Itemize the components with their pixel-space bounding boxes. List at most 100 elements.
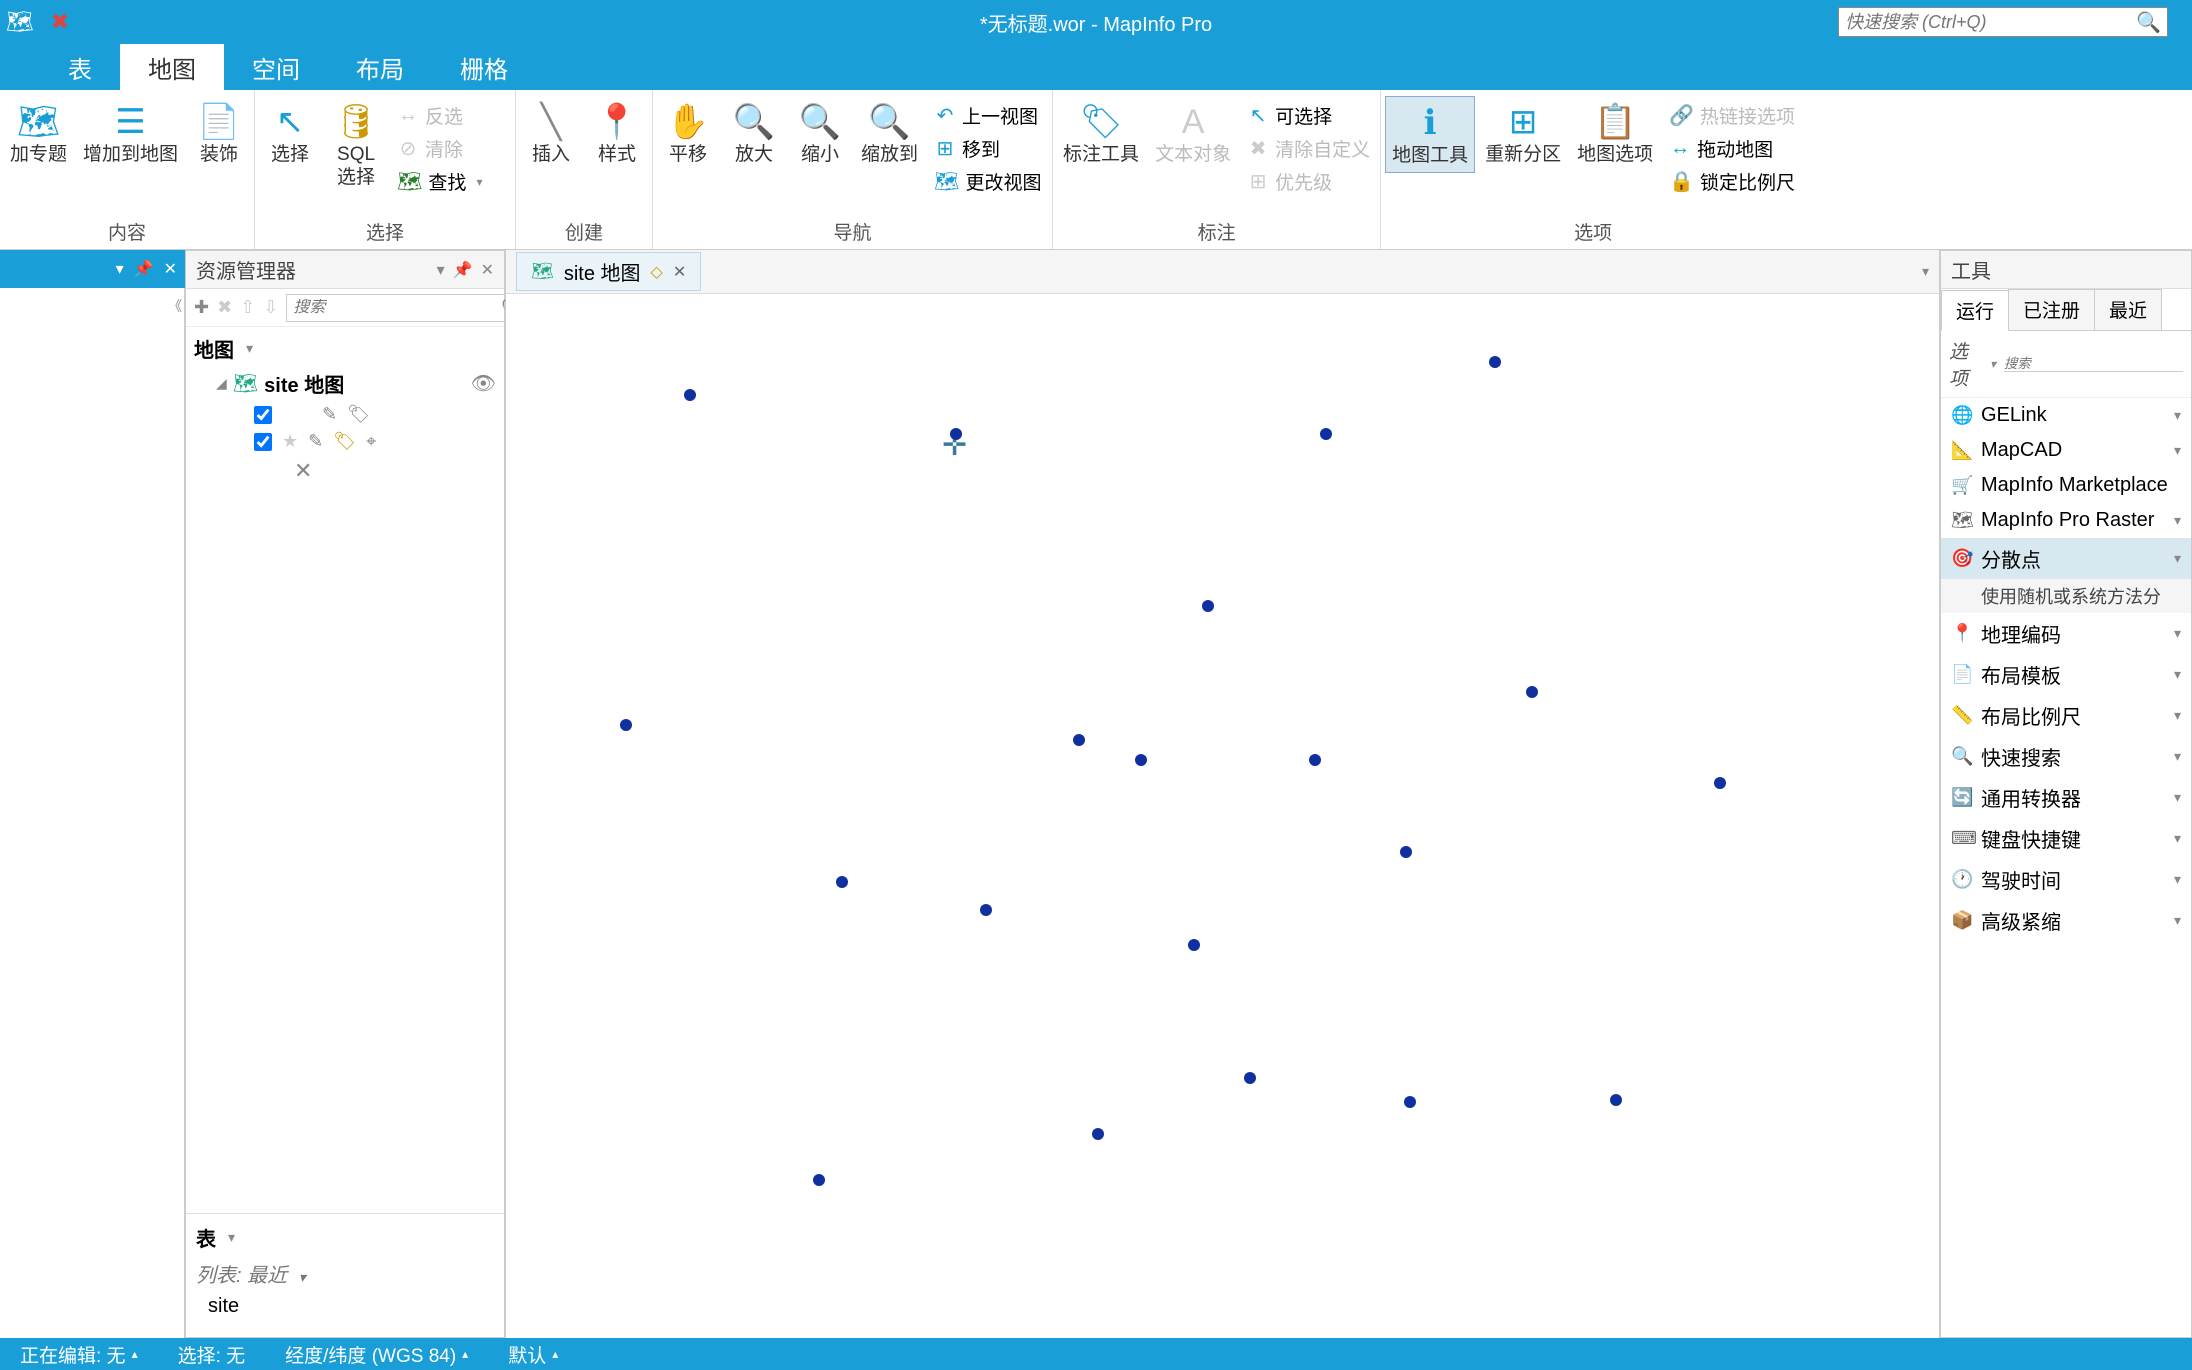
map-point[interactable] [1309, 754, 1321, 766]
btn-add-to-map[interactable]: ☰增加到地图 [77, 96, 184, 171]
status-editing[interactable]: 正在编辑: 无▴ [20, 1341, 138, 1368]
pin-icon[interactable]: 📌 [134, 259, 154, 279]
btn-select[interactable]: ↖选择 [259, 96, 321, 171]
btn-zoom-in[interactable]: 🔍放大 [723, 96, 785, 171]
btn-label-tool[interactable]: 🏷标注工具 [1057, 96, 1145, 171]
map-point[interactable] [620, 719, 632, 731]
tables-root[interactable]: 表▾ [196, 1220, 494, 1255]
tool-quick-search[interactable]: 🔍快速搜索▾ [1941, 736, 2191, 777]
tab-table[interactable]: 表 [40, 44, 120, 90]
btn-map-tools[interactable]: ℹ地图工具 [1385, 96, 1475, 173]
minimize-icon[interactable]: ▾ [116, 259, 124, 279]
map-canvas[interactable]: ✛ [506, 294, 1939, 1338]
tabs-dropdown-icon[interactable]: ▾ [1922, 263, 1929, 280]
map-point[interactable] [1188, 939, 1200, 951]
btn-zoom-out[interactable]: 🔍缩小 [789, 96, 851, 171]
map-tab-site[interactable]: 🗺 site 地图 ◇ ✕ [516, 252, 701, 291]
tree-layer-row1[interactable]: ✎🏷 [194, 401, 496, 428]
qat-icon[interactable]: ✖ [40, 0, 80, 44]
btn-insert[interactable]: ╲插入 [520, 96, 582, 171]
search-icon[interactable]: 🔍 [2136, 10, 2161, 35]
btn-decorate[interactable]: 📄装饰 [188, 96, 250, 171]
tree-layer-row2[interactable]: ★ ✎🏷⌖ [194, 428, 496, 455]
quick-search-box[interactable]: 🔍 [1838, 7, 2168, 37]
map-point[interactable] [1092, 1128, 1104, 1140]
status-selection[interactable]: 选择: 无 [178, 1341, 246, 1368]
tools-search-input[interactable] [2004, 356, 2183, 372]
btn-find[interactable]: 🗺查找▾ [391, 166, 511, 197]
map-point[interactable] [1404, 1096, 1416, 1108]
tool-geocode[interactable]: 📍地理编码▾ [1941, 613, 2191, 654]
btn-selectable[interactable]: ↖可选择 [1241, 100, 1376, 131]
map-point[interactable] [980, 904, 992, 916]
map-point[interactable] [836, 876, 848, 888]
down-icon[interactable]: ⇩ [263, 297, 278, 318]
tab-recent[interactable]: 最近 [2094, 289, 2162, 330]
map-point[interactable] [1320, 428, 1332, 440]
tool-gelink[interactable]: 🌐GELink▾ [1941, 398, 2191, 433]
btn-pan[interactable]: ✋平移 [657, 96, 719, 171]
map-point[interactable] [1202, 600, 1214, 612]
tree-map-root[interactable]: 地图▾ [194, 331, 496, 366]
tab-spatial[interactable]: 空间 [224, 44, 328, 90]
btn-redistrict[interactable]: ⊞重新分区 [1479, 96, 1567, 171]
map-point[interactable] [684, 389, 696, 401]
tool-scatter[interactable]: 🎯分散点▾ [1941, 538, 2191, 579]
btn-move-to[interactable]: ⊞移到 [928, 133, 1048, 164]
up-icon[interactable]: ⇧ [240, 297, 255, 318]
status-default[interactable]: 默认▴ [508, 1341, 558, 1368]
btn-drag-map[interactable]: ↔拖动地图 [1663, 133, 1801, 164]
tool-universal-translator[interactable]: 🔄通用转换器▾ [1941, 777, 2191, 818]
close-icon[interactable]: ✕ [481, 260, 494, 280]
map-point[interactable] [1526, 686, 1538, 698]
map-point[interactable] [950, 428, 962, 440]
layer-checkbox[interactable] [254, 433, 272, 451]
tab-map[interactable]: 地图 [120, 44, 224, 90]
pin-icon[interactable]: 📌 [453, 260, 473, 280]
map-point[interactable] [1714, 777, 1726, 789]
tool-layout-scale[interactable]: 📏布局比例尺▾ [1941, 695, 2191, 736]
close-icon[interactable]: ✕ [164, 259, 177, 279]
collapse-icon[interactable]: 《 [168, 296, 182, 316]
tool-keyboard-shortcuts[interactable]: ⌨键盘快捷键▾ [1941, 818, 2191, 859]
btn-zoom-to[interactable]: 🔍缩放到 [855, 96, 924, 171]
btn-map-options[interactable]: 📋地图选项 [1571, 96, 1659, 171]
map-point[interactable] [1400, 846, 1412, 858]
tab-running[interactable]: 运行 [1941, 290, 2009, 331]
map-point[interactable] [1489, 356, 1501, 368]
map-point[interactable] [1073, 734, 1085, 746]
map-point[interactable] [1610, 1094, 1622, 1106]
tab-registered[interactable]: 已注册 [2008, 289, 2095, 330]
btn-lock-scale[interactable]: 🔒锁定比例尺 [1663, 166, 1801, 197]
pin-icon[interactable]: ◇ [651, 262, 663, 282]
close-icon[interactable]: ✕ [673, 262, 686, 282]
btn-prev-view[interactable]: ↶上一视图 [928, 100, 1048, 131]
btn-sql-select[interactable]: 🛢SQL 选择 [325, 96, 387, 194]
tool-marketplace[interactable]: 🛒MapInfo Marketplace [1941, 468, 2191, 503]
quick-search-input[interactable] [1845, 12, 2136, 33]
dropdown-icon[interactable]: ▾ [437, 260, 445, 280]
btn-style[interactable]: 📍样式 [586, 96, 648, 171]
tool-raster[interactable]: 🗺MapInfo Pro Raster▾ [1941, 503, 2191, 538]
tab-raster[interactable]: 栅格 [432, 44, 536, 90]
add-icon[interactable]: ✚ [194, 297, 209, 318]
btn-change-view[interactable]: 🗺更改视图 [928, 166, 1048, 197]
tool-mapcad[interactable]: 📐MapCAD▾ [1941, 433, 2191, 468]
remove-icon[interactable]: ✖ [217, 297, 232, 318]
resource-search-input[interactable] [293, 299, 501, 317]
tools-panel: 工具 运行 已注册 最近 选项▾ 🌐GELink▾ 📐MapCAD▾ 🛒MapI… [1940, 250, 2192, 1338]
table-item-site[interactable]: site [196, 1292, 494, 1321]
btn-theme[interactable]: 🗺加专题 [4, 96, 73, 171]
tool-layout-template[interactable]: 📄布局模板▾ [1941, 654, 2191, 695]
map-point[interactable] [1244, 1072, 1256, 1084]
tool-advanced-pack[interactable]: 📦高级紧缩▾ [1941, 900, 2191, 941]
tool-drive-time[interactable]: 🕐驾驶时间▾ [1941, 859, 2191, 900]
status-coords[interactable]: 经度/纬度 (WGS 84)▴ [285, 1341, 468, 1368]
btn-priority: ⊞优先级 [1241, 166, 1376, 197]
tab-layout[interactable]: 布局 [328, 44, 432, 90]
map-point[interactable] [813, 1174, 825, 1186]
tree-site-map[interactable]: ◢ 🗺 site 地图 👁 [194, 366, 496, 401]
map-point[interactable] [1135, 754, 1147, 766]
layer-checkbox[interactable] [254, 406, 272, 424]
resource-search[interactable]: 🔍 [286, 294, 530, 322]
